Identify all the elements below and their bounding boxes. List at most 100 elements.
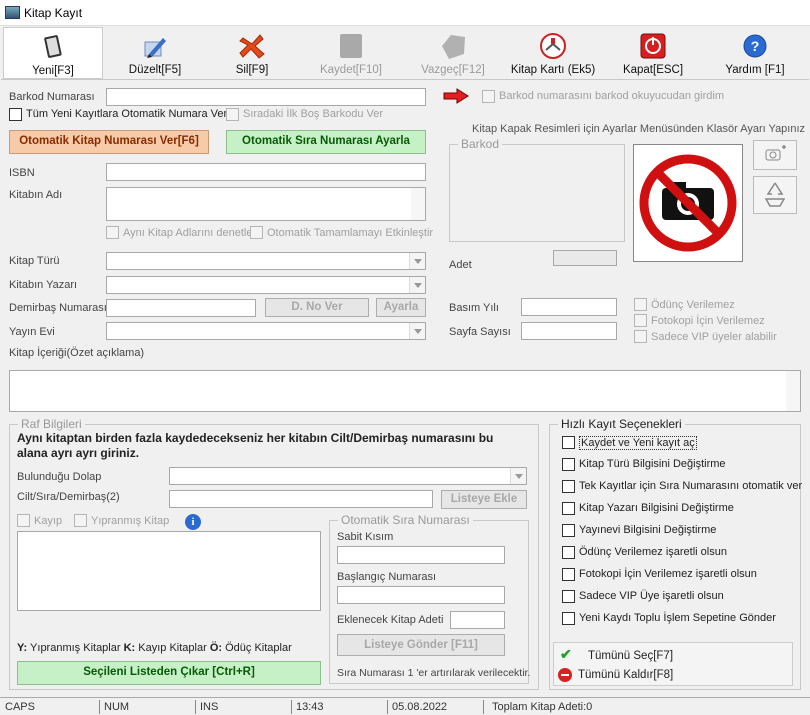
help-label: Yardım [F1] bbox=[725, 64, 785, 76]
author-select[interactable] bbox=[106, 276, 426, 294]
basim-input[interactable] bbox=[521, 298, 617, 316]
eklenecek-input[interactable] bbox=[450, 611, 505, 629]
author-label: Kitabın Yazarı bbox=[9, 279, 78, 291]
vip-only-text: Sadece VIP üyeler alabilir bbox=[651, 331, 777, 343]
oto-group-caption: Otomatik Sıra Numarası bbox=[338, 513, 473, 527]
oto-note: Sıra Numarası 1 'er artırılarak verilece… bbox=[337, 667, 531, 679]
red-arrow-icon bbox=[443, 88, 469, 104]
hizli-option-label: Fotokopi İçin Verilemez işaretli olsun bbox=[579, 568, 757, 580]
close-button[interactable]: Kapat[ESC] bbox=[605, 27, 701, 79]
barkod-group: Barkod bbox=[449, 137, 625, 242]
listeye-gonder-button[interactable]: Listeye Gönder [F11] bbox=[337, 634, 505, 656]
listeye-ekle-button[interactable]: Listeye Ekle bbox=[441, 490, 527, 509]
remove-cover-button[interactable] bbox=[753, 176, 797, 214]
no-loan-checkbox[interactable] bbox=[634, 298, 647, 311]
status-date: 05.08.2022 bbox=[389, 700, 484, 714]
same-names-checkbox[interactable] bbox=[106, 226, 119, 239]
library-card-button[interactable]: Kitap Kartı (Ek5) bbox=[503, 27, 603, 79]
yipranmis-checkbox[interactable] bbox=[74, 514, 87, 527]
raf-list[interactable] bbox=[17, 531, 321, 611]
edit-pencil-icon bbox=[144, 38, 166, 58]
hizli-option-checkbox[interactable] bbox=[562, 568, 575, 581]
isbn-label: ISBN bbox=[9, 167, 35, 179]
add-cover-button[interactable] bbox=[753, 140, 797, 170]
app-icon bbox=[5, 6, 20, 19]
hizli-option-label: Sadece VIP Üye işaretli olsun bbox=[579, 590, 724, 602]
sabit-input[interactable] bbox=[337, 546, 505, 564]
info-icon[interactable]: i bbox=[185, 514, 201, 530]
title-scrollbar[interactable] bbox=[411, 188, 425, 220]
auto-book-number-button[interactable]: Otomatik Kitap Numarası Ver[F6] bbox=[9, 130, 209, 154]
same-names-text: Aynı Kitap Adlarını denetle bbox=[123, 227, 253, 239]
toolbar: Yeni[F3] Düzelt[F5] Sil[F9] Kaydet[F10] … bbox=[1, 27, 809, 80]
edit-label: Düzelt[F5] bbox=[128, 64, 182, 76]
delete-button[interactable]: Sil[F9] bbox=[207, 27, 297, 79]
legend-y-text: Yıpranmış Kitaplar bbox=[30, 642, 121, 654]
summary-input[interactable] bbox=[9, 370, 801, 412]
summary-scrollbar[interactable] bbox=[786, 371, 800, 411]
hizli-option-label: Yayınevi Bilgisini Değiştirme bbox=[579, 524, 717, 536]
basim-label: Basım Yılı bbox=[449, 302, 499, 314]
d-no-button[interactable]: D. No Ver bbox=[265, 298, 369, 317]
status-bar: CAPS NUM INS 13:43 05.08.2022 Toplam Kit… bbox=[0, 697, 810, 715]
close-label: Kapat[ESC] bbox=[622, 64, 684, 76]
delete-icon bbox=[239, 34, 265, 59]
status-total: Toplam Kitap Adeti:0 bbox=[492, 701, 593, 713]
ayarla-button[interactable]: Ayarla bbox=[376, 298, 426, 317]
cilt-label: Cilt/Sıra/Demirbaş(2) bbox=[17, 491, 120, 503]
edit-button[interactable]: Düzelt[F5] bbox=[105, 27, 205, 79]
hizli-option-checkbox[interactable] bbox=[562, 458, 575, 471]
new-button[interactable]: Yeni[F3] bbox=[3, 27, 103, 79]
hizli-option-checkbox[interactable] bbox=[562, 502, 575, 515]
dolap-select[interactable] bbox=[169, 467, 527, 485]
save-icon bbox=[340, 34, 362, 58]
library-card-icon bbox=[540, 33, 566, 59]
hizli-option-checkbox[interactable] bbox=[562, 524, 575, 537]
chevron-down-icon bbox=[409, 253, 425, 269]
remove-all-button[interactable]: Tümünü Kaldır[F8] bbox=[558, 666, 786, 684]
kayip-text: Kayıp bbox=[34, 515, 63, 527]
demirbas-label: Demirbaş Numarası bbox=[9, 302, 107, 314]
hizli-option-checkbox[interactable] bbox=[562, 480, 575, 493]
help-icon: ? bbox=[743, 34, 767, 58]
cancel-button[interactable]: Vazgeç[F12] bbox=[405, 27, 501, 79]
auto-number-all-checkbox[interactable] bbox=[9, 108, 22, 121]
barcode-reader-text: Barkod numarasını barkod okuyucudan gird… bbox=[499, 90, 725, 102]
autocomplete-checkbox[interactable] bbox=[250, 226, 263, 239]
chevron-down-icon bbox=[409, 277, 425, 293]
select-all-label: Tümünü Seç[F7] bbox=[588, 650, 674, 662]
isbn-input[interactable] bbox=[106, 163, 426, 181]
no-copy-checkbox[interactable] bbox=[634, 314, 647, 327]
baslangic-input[interactable] bbox=[337, 586, 505, 604]
cilt-input[interactable] bbox=[169, 490, 433, 508]
remove-all-label: Tümünü Kaldır[F8] bbox=[578, 669, 674, 681]
hizli-option-checkbox[interactable] bbox=[562, 612, 575, 625]
publisher-select[interactable] bbox=[106, 322, 426, 340]
hizli-option-checkbox[interactable] bbox=[562, 590, 575, 603]
status-num: NUM bbox=[101, 700, 196, 714]
barcode-input[interactable] bbox=[106, 88, 426, 106]
svg-text:?: ? bbox=[751, 38, 760, 54]
hizli-option-label: Yeni Kaydı Toplu İşlem Sepetine Gönder bbox=[579, 612, 776, 624]
help-button[interactable]: ? Yardım [F1] bbox=[703, 27, 807, 79]
legend-o-text: Ödüç Kitaplar bbox=[225, 642, 292, 654]
select-all-button[interactable]: ✔ Tümünü Seç[F7] bbox=[558, 645, 786, 663]
demirbas-input[interactable] bbox=[106, 299, 256, 317]
title-input[interactable] bbox=[106, 187, 426, 221]
cancel-label: Vazgeç[F12] bbox=[421, 64, 485, 76]
hizli-option-checkbox[interactable] bbox=[562, 436, 575, 449]
dolap-label: Bulunduğu Dolap bbox=[17, 471, 102, 483]
title-bar: Kitap Kayıt bbox=[0, 0, 810, 26]
sayfa-input[interactable] bbox=[521, 322, 617, 340]
next-empty-barcode-checkbox[interactable] bbox=[226, 108, 239, 121]
raf-group-caption: Raf Bilgileri bbox=[18, 417, 85, 431]
barcode-reader-checkbox[interactable] bbox=[482, 90, 495, 103]
save-button[interactable]: Kaydet[F10] bbox=[301, 27, 401, 79]
auto-sequence-button[interactable]: Otomatik Sıra Numarası Ayarla bbox=[226, 130, 426, 154]
hizli-option-label: Kitap Türü Bilgisini Değiştirme bbox=[579, 458, 726, 470]
kayip-checkbox[interactable] bbox=[17, 514, 30, 527]
hizli-option-checkbox[interactable] bbox=[562, 546, 575, 559]
vip-only-checkbox[interactable] bbox=[634, 330, 647, 343]
remove-selected-button[interactable]: Seçileni Listeden Çıkar [Ctrl+R] bbox=[17, 661, 321, 685]
type-select[interactable] bbox=[106, 252, 426, 270]
